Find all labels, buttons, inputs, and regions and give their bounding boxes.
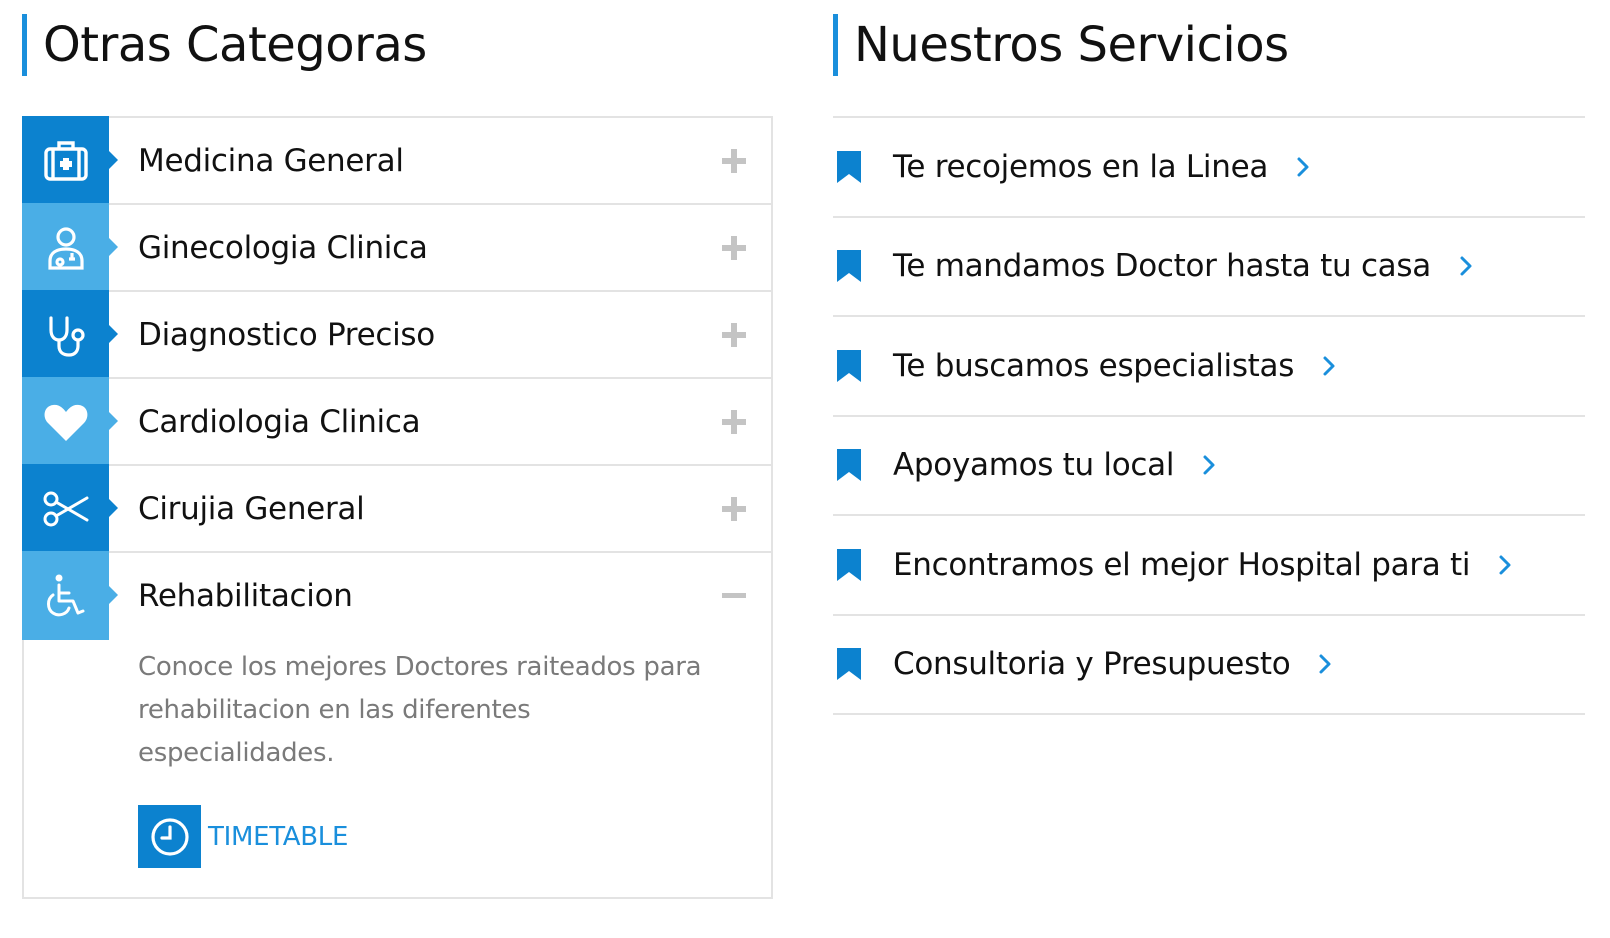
- service-label: Te recojemos en la Linea: [893, 148, 1269, 185]
- categories-title: Otras Categoras: [22, 14, 427, 76]
- timetable-button[interactable]: TIMETABLE: [138, 805, 718, 868]
- services-title: Nuestros Servicios: [833, 14, 1289, 76]
- category-label: Cirujia General: [138, 491, 365, 527]
- service-label: Apoyamos tu local: [893, 447, 1175, 484]
- service-item[interactable]: Consultoria y Presupuesto: [833, 616, 1585, 715]
- category-label: Cardiologia Clinica: [138, 404, 421, 440]
- service-item[interactable]: Te recojemos en la Linea: [833, 118, 1585, 218]
- category-cirujia-general[interactable]: Cirujia General: [22, 464, 771, 553]
- minus-icon[interactable]: [721, 583, 747, 609]
- clock-icon: [138, 805, 201, 868]
- plus-icon[interactable]: [721, 409, 747, 435]
- bookmark-icon: [837, 449, 861, 482]
- panel-description: Conoce los mejores Doctores raiteados pa…: [138, 652, 702, 768]
- category-label: Medicina General: [138, 143, 404, 179]
- timetable-label: TIMETABLE: [208, 821, 349, 852]
- categories-accordion: Medicina General Ginecologia Clinica Dia…: [22, 116, 773, 899]
- service-label: Consultoria y Presupuesto: [893, 646, 1291, 683]
- service-label: Encontramos el mejor Hospital para ti: [893, 546, 1471, 583]
- stethoscope-icon: [22, 290, 118, 379]
- wheelchair-icon: [22, 551, 118, 640]
- chevron-right-icon: [1203, 455, 1215, 475]
- category-label: Diagnostico Preciso: [138, 317, 435, 353]
- category-cardiologia-clinica[interactable]: Cardiologia Clinica: [22, 377, 771, 466]
- plus-icon[interactable]: [721, 148, 747, 174]
- plus-icon[interactable]: [721, 322, 747, 348]
- category-ginecologia-clinica[interactable]: Ginecologia Clinica: [22, 203, 771, 292]
- bookmark-icon: [837, 648, 861, 681]
- chevron-right-icon: [1323, 356, 1335, 376]
- heart-icon: [22, 377, 118, 466]
- category-label: Rehabilitacion: [138, 578, 353, 614]
- category-medicina-general[interactable]: Medicina General: [22, 116, 771, 205]
- service-label: Te mandamos Doctor hasta tu casa: [893, 248, 1431, 285]
- bookmark-icon: [837, 150, 861, 183]
- service-item[interactable]: Te mandamos Doctor hasta tu casa: [833, 218, 1585, 317]
- chevron-right-icon: [1460, 256, 1472, 276]
- service-item[interactable]: Apoyamos tu local: [833, 417, 1585, 516]
- category-label: Ginecologia Clinica: [138, 230, 428, 266]
- plus-icon[interactable]: [721, 235, 747, 261]
- chevron-right-icon: [1499, 555, 1511, 575]
- rehabilitacion-panel: Conoce los mejores Doctores raiteados pa…: [138, 646, 718, 868]
- chevron-right-icon: [1319, 654, 1331, 674]
- scissors-icon: [22, 464, 118, 553]
- service-label: Te buscamos especialistas: [893, 347, 1295, 384]
- bookmark-icon: [837, 349, 861, 382]
- services-list: Te recojemos en la Linea Te mandamos Doc…: [833, 116, 1585, 715]
- service-item[interactable]: Encontramos el mejor Hospital para ti: [833, 516, 1585, 616]
- bookmark-icon: [837, 548, 861, 581]
- chevron-right-icon: [1297, 157, 1309, 177]
- bookmark-icon: [837, 250, 861, 283]
- medkit-icon: [22, 116, 118, 205]
- plus-icon[interactable]: [721, 496, 747, 522]
- doctor-icon: [22, 203, 118, 292]
- category-diagnostico-preciso[interactable]: Diagnostico Preciso: [22, 290, 771, 379]
- category-rehabilitacion[interactable]: Rehabilitacion: [22, 551, 771, 640]
- service-item[interactable]: Te buscamos especialistas: [833, 317, 1585, 417]
